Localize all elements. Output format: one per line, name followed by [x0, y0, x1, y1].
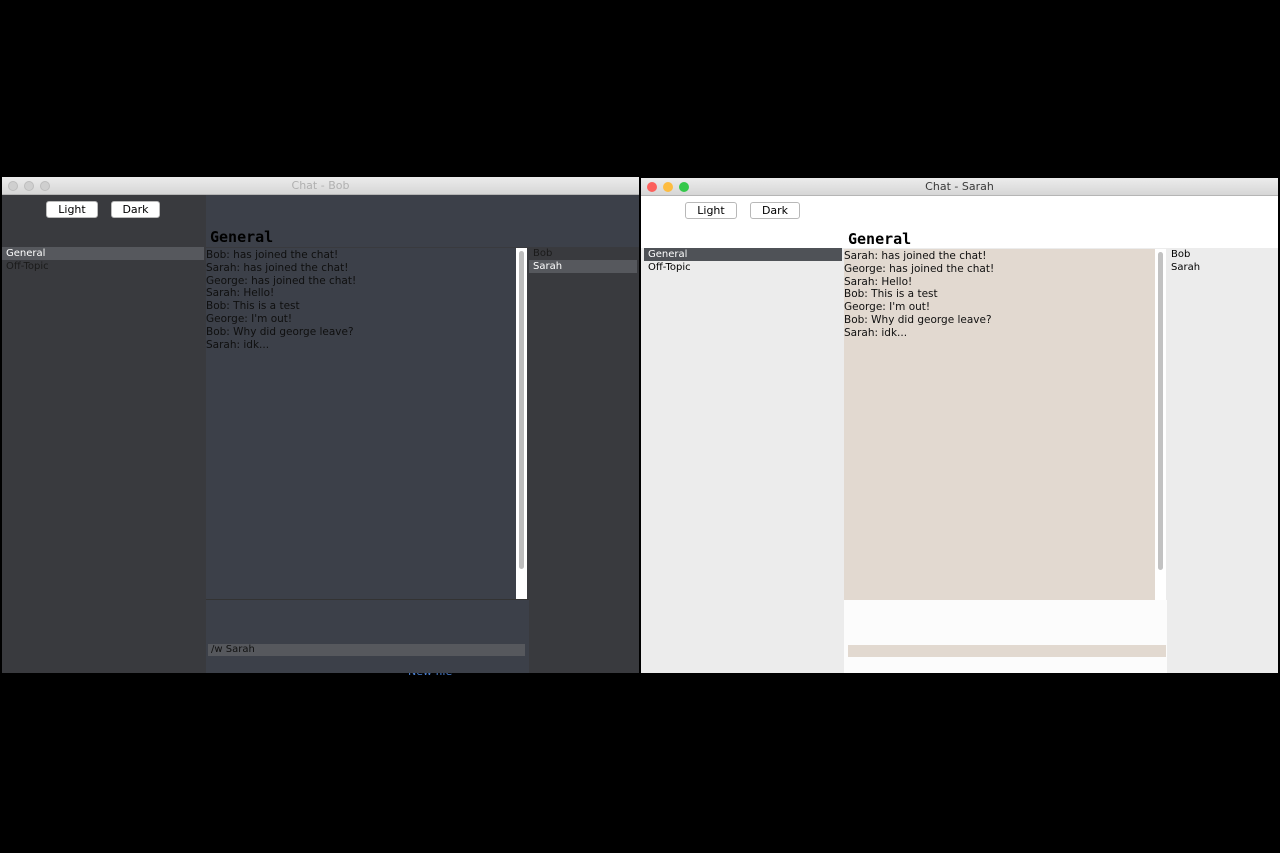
minimize-window-button[interactable]	[663, 182, 673, 192]
message-line: Bob: Why did george leave?	[844, 313, 992, 326]
message-line: Sarah: idk...	[844, 326, 908, 339]
user-list: Bob Sarah	[1167, 248, 1278, 673]
close-window-button[interactable]	[8, 181, 18, 191]
compose-area	[206, 599, 529, 673]
close-window-button[interactable]	[647, 182, 657, 192]
channel-item-general[interactable]: General	[2, 247, 204, 260]
message-log: Sarah: has joined the chat! George: has …	[844, 249, 1155, 600]
scrollbar-thumb[interactable]	[519, 251, 524, 569]
zoom-window-button[interactable]	[679, 182, 689, 192]
message-line: Bob: This is a test	[206, 300, 300, 313]
window-titlebar[interactable]: Chat - Sarah	[641, 178, 1278, 196]
light-theme-button[interactable]: Light	[46, 201, 98, 218]
message-line: Sarah: has joined the chat!	[206, 261, 349, 274]
message-line: George: I'm out!	[844, 301, 931, 314]
message-line: George: has joined the chat!	[844, 262, 995, 275]
message-line: Sarah: Hello!	[206, 287, 275, 300]
message-line: Sarah: has joined the chat!	[844, 250, 987, 262]
channel-list: General Off-Topic	[641, 248, 842, 673]
window-titlebar[interactable]: Chat - Bob	[2, 177, 639, 195]
message-log: Bob: has joined the chat! Sarah: has joi…	[206, 248, 516, 599]
user-item-bob[interactable]: Bob	[529, 247, 639, 260]
message-line: George: I'm out!	[206, 312, 293, 325]
dark-theme-button[interactable]: Dark	[750, 202, 800, 219]
message-line: Bob: has joined the chat!	[206, 249, 339, 261]
channel-title: General	[848, 230, 912, 248]
compose-area	[844, 600, 1167, 673]
message-line: Sarah: Hello!	[844, 275, 913, 288]
channel-item-general[interactable]: General	[644, 248, 842, 261]
window-title: Chat - Bob	[291, 179, 350, 192]
channel-title: General	[210, 228, 274, 246]
channel-item-off-topic[interactable]: Off-Topic	[2, 260, 204, 273]
scrollbar-thumb[interactable]	[1158, 252, 1163, 570]
message-line: Sarah: idk...	[206, 338, 270, 351]
user-item-bob[interactable]: Bob	[1167, 248, 1278, 261]
minimize-window-button[interactable]	[24, 181, 34, 191]
channel-list: General Off-Topic	[2, 247, 204, 673]
message-scrollbar[interactable]	[516, 248, 527, 599]
light-theme-button[interactable]: Light	[685, 202, 737, 219]
zoom-window-button[interactable]	[40, 181, 50, 191]
message-line: Bob: Why did george leave?	[206, 325, 354, 338]
user-item-sarah[interactable]: Sarah	[529, 260, 637, 273]
message-scrollbar[interactable]	[1155, 249, 1166, 600]
chat-window-bob: Chat - Bob Light Dark General General Of…	[2, 177, 639, 673]
message-line: Bob: This is a test	[844, 288, 938, 301]
message-line: George: has joined the chat!	[206, 274, 357, 287]
window-title: Chat - Sarah	[925, 180, 994, 193]
user-list: Bob Sarah	[529, 247, 639, 673]
chat-window-sarah: Chat - Sarah Light Dark General General …	[641, 178, 1278, 673]
message-input[interactable]	[848, 645, 1166, 657]
channel-item-off-topic[interactable]: Off-Topic	[644, 261, 842, 274]
dark-theme-button[interactable]: Dark	[111, 201, 160, 218]
user-item-sarah[interactable]: Sarah	[1167, 261, 1278, 274]
message-input[interactable]: /w Sarah	[208, 644, 525, 656]
